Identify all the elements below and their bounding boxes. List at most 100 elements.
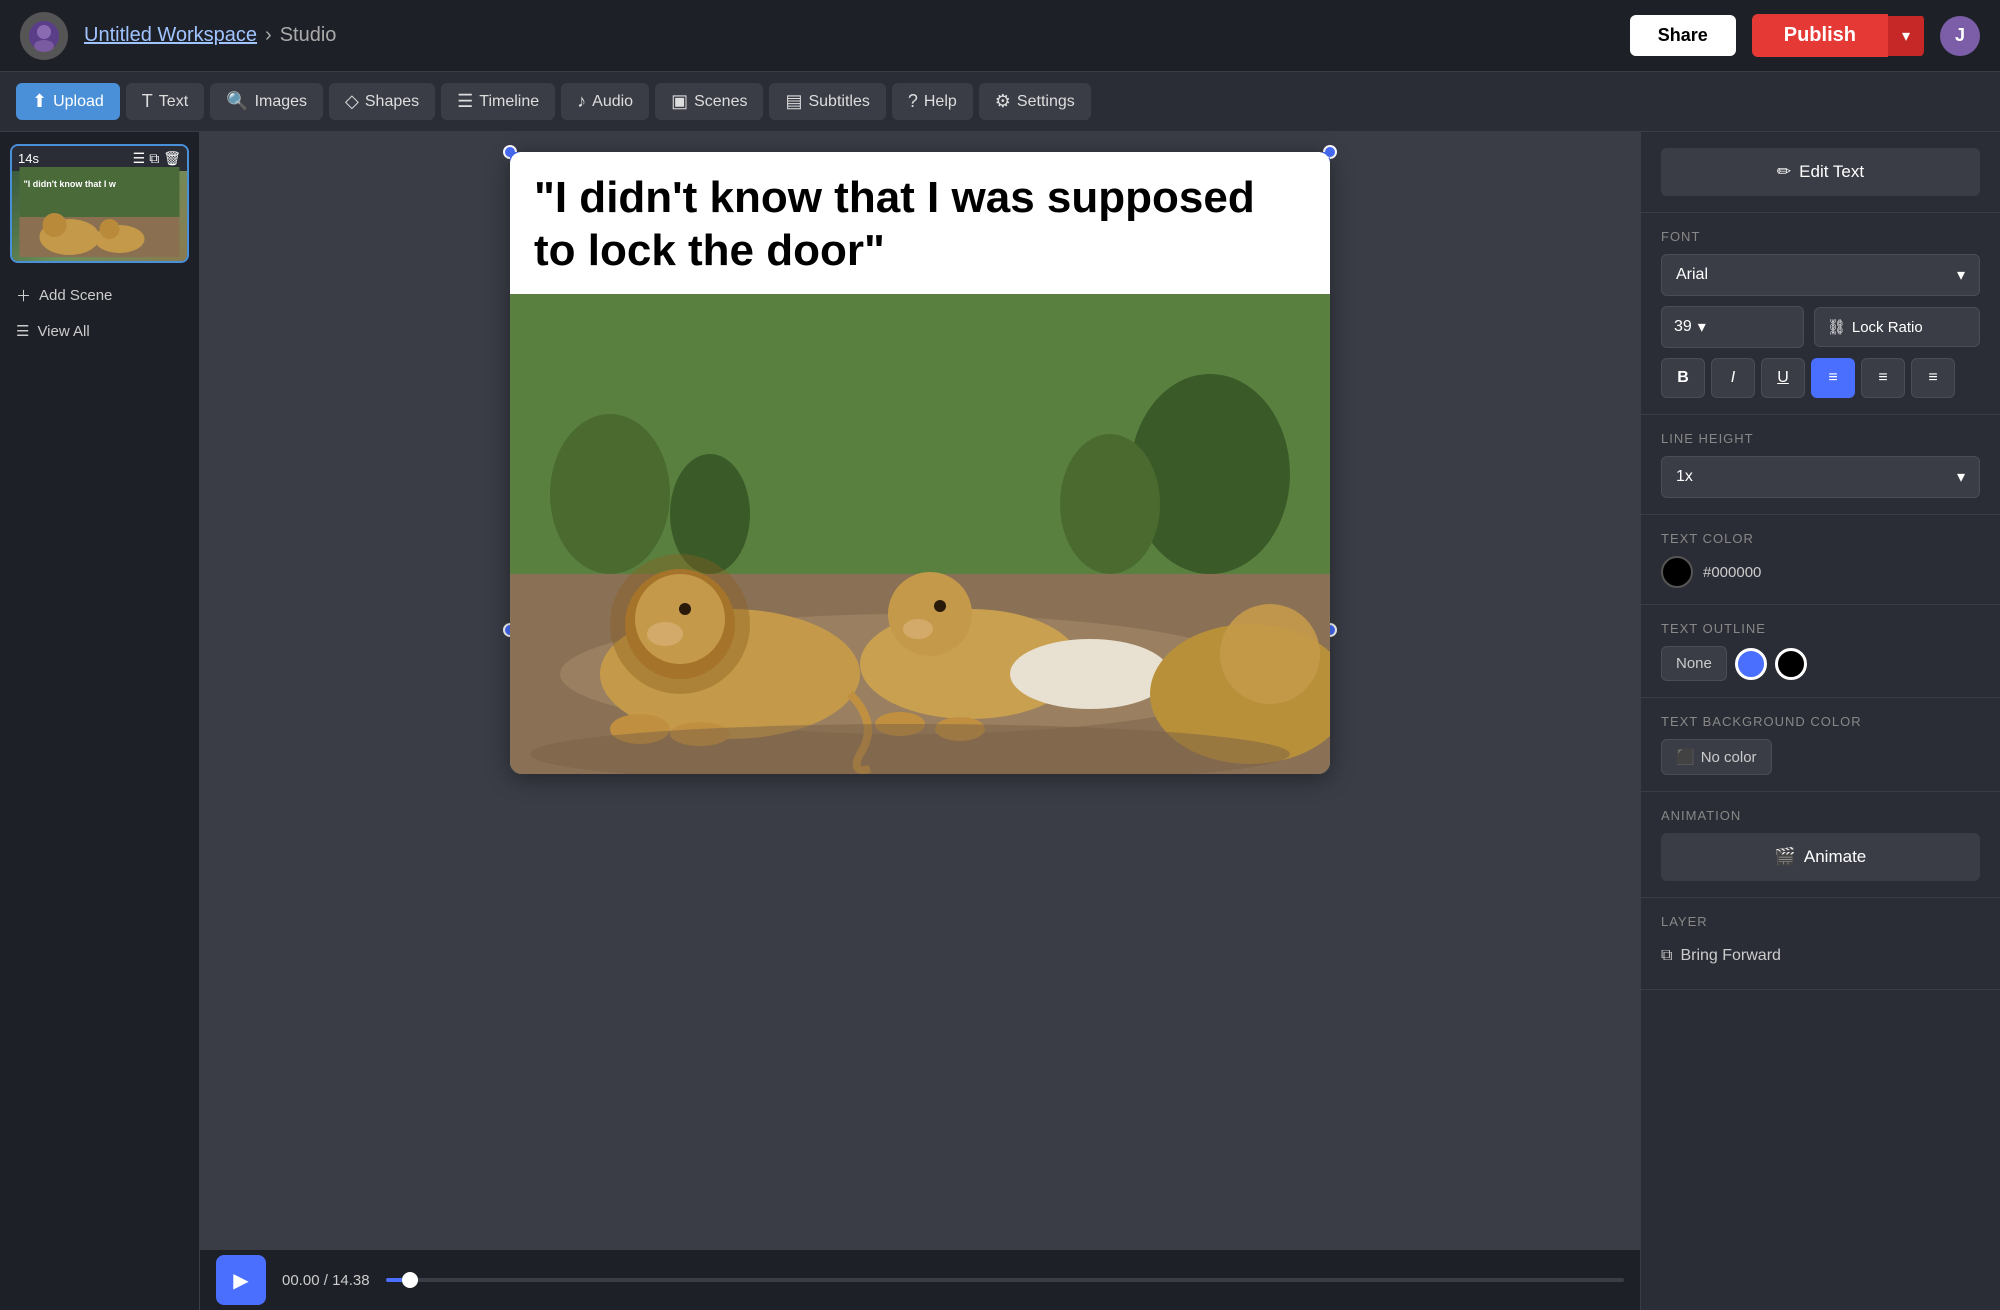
font-size-chevron: ▾	[1698, 317, 1706, 337]
publish-button[interactable]: Publish	[1752, 14, 1888, 57]
canvas-text-box[interactable]: "I didn't know that I was supposed to lo…	[510, 152, 1330, 294]
animate-label: Animate	[1804, 847, 1866, 867]
images-label: Images	[255, 93, 307, 111]
bg-no-color-icon: ⬛	[1676, 748, 1695, 766]
lock-ratio-button[interactable]: ⛓ Lock Ratio	[1814, 307, 1980, 347]
text-outline-label: TEXT OUTLINE	[1661, 621, 1980, 636]
workspace-link[interactable]: Untitled Workspace	[84, 24, 257, 47]
text-outline-row: None	[1661, 646, 1980, 681]
breadcrumb: Untitled Workspace › Studio	[84, 24, 336, 47]
text-color-swatch[interactable]	[1661, 556, 1693, 588]
upload-icon: ⬆	[32, 91, 47, 112]
sidebar-actions: ＋ Add Scene ☰ View All	[0, 273, 199, 352]
share-button[interactable]: Share	[1630, 15, 1736, 56]
align-center-button[interactable]: ≡	[1861, 358, 1905, 398]
settings-label: Settings	[1017, 93, 1075, 111]
text-bg-color-row: ⬛ No color	[1661, 739, 1980, 775]
line-height-selector[interactable]: 1x ▾	[1661, 456, 1980, 498]
studio-label: Studio	[280, 24, 337, 47]
text-color-row: #000000	[1661, 556, 1980, 588]
publish-dropdown-button[interactable]: ▾	[1888, 16, 1924, 56]
bg-no-color-button[interactable]: ⬛ No color	[1661, 739, 1772, 775]
sidebar: 14s ☰ ⧉ 🗑 "I didn't know that I w	[0, 132, 200, 1310]
view-all-button[interactable]: ☰ View All	[16, 318, 183, 344]
toolbar-shapes[interactable]: ◇ Shapes	[329, 83, 435, 120]
publish-group: Publish ▾	[1752, 14, 1924, 57]
toolbar-audio[interactable]: ♪ Audio	[561, 83, 649, 120]
canvas-wrapper: ↻ "I didn't know that I was supposed to …	[510, 152, 1330, 774]
line-height-value: 1x	[1676, 468, 1693, 486]
timeline-icon: ☰	[457, 91, 473, 112]
bg-no-color-label: No color	[1701, 749, 1757, 766]
thumb-delete-icon[interactable]: 🗑	[163, 150, 181, 167]
shapes-icon: ◇	[345, 91, 359, 112]
bring-forward-icon: ⧉	[1661, 947, 1672, 965]
bring-forward-label: Bring Forward	[1680, 947, 1780, 965]
font-label: FONT	[1661, 229, 1980, 244]
view-all-label: View All	[37, 323, 89, 340]
align-left-button[interactable]: ≡	[1811, 358, 1855, 398]
right-panel: ✏ Edit Text FONT Arial ▾ 39 ▾ ⛓ Lock Rat…	[1640, 132, 2000, 1310]
scene-thumb-image: "I didn't know that I w	[12, 171, 187, 261]
scenes-label: Scenes	[694, 93, 747, 111]
edit-icon: ✏	[1777, 162, 1791, 182]
lock-ratio-icon: ⛓	[1827, 318, 1846, 336]
thumb-list-icon[interactable]: ☰	[133, 150, 146, 167]
toolbar-scenes[interactable]: ▣ Scenes	[655, 83, 763, 120]
bold-button[interactable]: B	[1661, 358, 1705, 398]
thumb-icons: ☰ ⧉ 🗑	[133, 150, 181, 167]
italic-button[interactable]: I	[1711, 358, 1755, 398]
breadcrumb-separator: ›	[265, 24, 272, 47]
lock-ratio-label: Lock Ratio	[1852, 319, 1923, 336]
edit-text-button[interactable]: ✏ Edit Text	[1661, 148, 1980, 196]
toolbar-settings[interactable]: ⚙ Settings	[979, 83, 1091, 120]
text-color-section: TEXT COLOR #000000	[1641, 515, 2000, 605]
scene-duration: 14s	[18, 151, 39, 166]
format-row: B I U ≡ ≡ ≡	[1661, 358, 1980, 398]
canvas: "I didn't know that I was supposed to lo…	[510, 152, 1330, 774]
text-label: Text	[159, 93, 188, 111]
edit-text-label: Edit Text	[1799, 162, 1864, 182]
toolbar-timeline[interactable]: ☰ Timeline	[441, 83, 555, 120]
timeline-bar: ▶ 00.00 / 14.38	[200, 1250, 1640, 1310]
toolbar-text[interactable]: T Text	[126, 83, 204, 120]
text-bg-color-section: TEXT BACKGROUND COLOR ⬛ No color	[1641, 698, 2000, 792]
align-right-button[interactable]: ≡	[1911, 358, 1955, 398]
line-height-section: LINE HEIGHT 1x ▾	[1641, 415, 2000, 515]
edit-text-section: ✏ Edit Text	[1641, 132, 2000, 213]
outline-none-button[interactable]: None	[1661, 646, 1727, 681]
settings-icon: ⚙	[995, 91, 1011, 112]
user-avatar[interactable]: J	[1940, 16, 1980, 56]
underline-button[interactable]: U	[1761, 358, 1805, 398]
font-size-row: 39 ▾ ⛓ Lock Ratio	[1661, 306, 1980, 348]
timeline-thumb[interactable]	[402, 1272, 418, 1288]
animate-button[interactable]: 🎬 Animate	[1661, 833, 1980, 881]
add-scene-button[interactable]: ＋ Add Scene	[16, 281, 183, 310]
time-current: 00.00	[282, 1272, 320, 1289]
text-bg-color-label: TEXT BACKGROUND COLOR	[1661, 714, 1980, 729]
text-color-hex: #000000	[1703, 564, 1761, 581]
toolbar-help[interactable]: ? Help	[892, 83, 973, 120]
thumb-copy-icon[interactable]: ⧉	[149, 150, 159, 167]
font-size-selector[interactable]: 39 ▾	[1661, 306, 1804, 348]
outline-color-black[interactable]	[1775, 648, 1807, 680]
layer-section: LAYER ⧉ Bring Forward	[1641, 898, 2000, 990]
audio-label: Audio	[592, 93, 633, 111]
toolbar-images[interactable]: 🔍 Images	[210, 83, 323, 120]
font-selector[interactable]: Arial ▾	[1661, 254, 1980, 296]
toolbar-subtitles[interactable]: ▤ Subtitles	[769, 83, 885, 120]
text-outline-section: TEXT OUTLINE None	[1641, 605, 2000, 698]
app-logo	[20, 12, 68, 60]
canvas-image	[510, 294, 1330, 774]
text-icon: T	[142, 91, 153, 112]
play-button[interactable]: ▶	[216, 1255, 266, 1305]
view-all-icon: ☰	[16, 322, 29, 340]
text-color-label: TEXT COLOR	[1661, 531, 1980, 546]
animate-icon: 🎬	[1775, 847, 1796, 867]
timeline-scrubber[interactable]	[386, 1278, 1624, 1282]
toolbar-upload[interactable]: ⬆ Upload	[16, 83, 120, 120]
bring-forward-button[interactable]: ⧉ Bring Forward	[1661, 939, 1781, 973]
scene-thumbnail[interactable]: 14s ☰ ⧉ 🗑 "I didn't know that I w	[10, 144, 189, 263]
toolbar: ⬆ Upload T Text 🔍 Images ◇ Shapes ☰ Time…	[0, 72, 2000, 132]
outline-color-blue[interactable]	[1735, 648, 1767, 680]
